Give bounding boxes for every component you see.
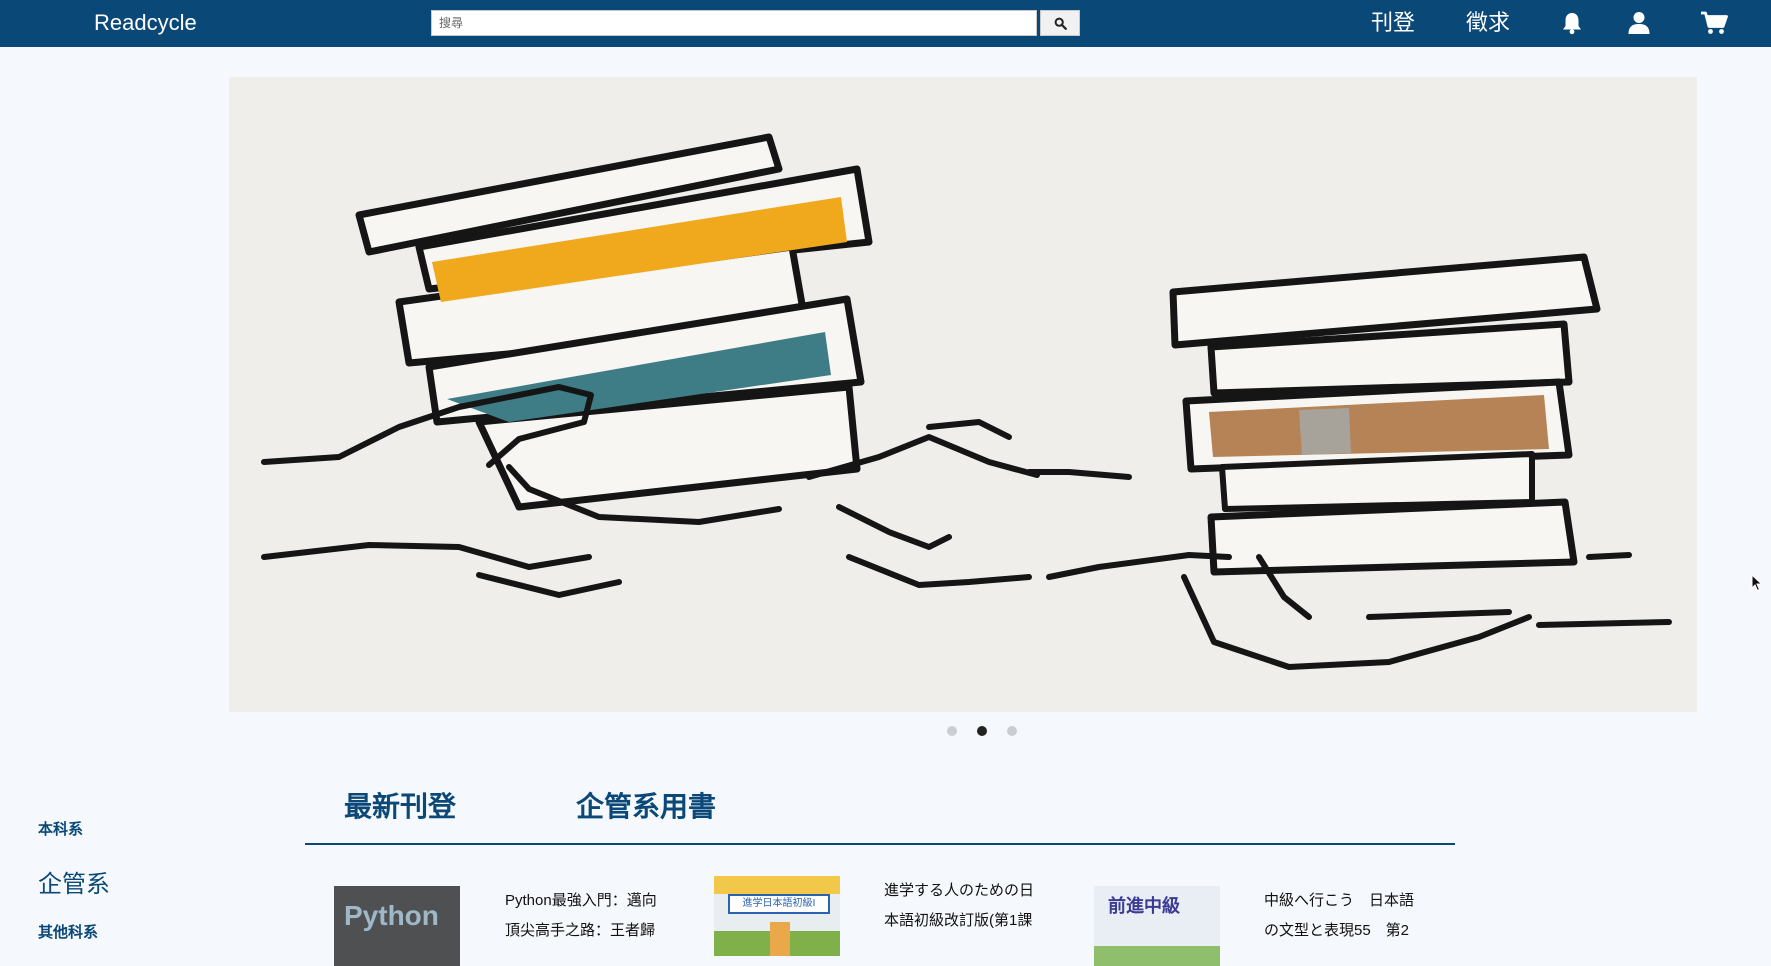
book-cover-1[interactable]: Python — [334, 886, 460, 966]
sidebar-item-other-departments[interactable]: 其他科系 — [38, 921, 98, 942]
post-listing-link[interactable]: 刊登 — [1371, 10, 1415, 36]
book-title-line: の文型と表現55 第2 — [1264, 922, 1410, 939]
book-title-1[interactable]: Python最強入門：邁向 頂尖高手之路：王者歸 — [505, 886, 685, 946]
book-cover-text: 前進中級 — [1108, 896, 1180, 916]
book-title-line: 本語初級改訂版(第1課 — [884, 912, 1033, 929]
mouse-pointer-icon — [1751, 574, 1763, 592]
hero-carousel-slide[interactable] — [229, 77, 1697, 712]
book-title-line: 中級へ行こう 日本語 — [1264, 892, 1415, 909]
bell-icon[interactable] — [1561, 11, 1583, 35]
book-title-line: 進学する人のための日 — [884, 882, 1035, 899]
user-icon[interactable] — [1628, 11, 1650, 35]
book-title-line: 頂尖高手之路：王者歸 — [505, 922, 656, 939]
sidebar-item-own-department[interactable]: 本科系 — [38, 818, 83, 839]
carousel-dot-2[interactable] — [977, 726, 987, 736]
cover-band — [714, 876, 840, 894]
search-input[interactable] — [431, 10, 1037, 36]
cover-figure — [770, 922, 790, 956]
book-title-3[interactable]: 中級へ行こう 日本語 の文型と表現55 第2 — [1264, 886, 1444, 946]
search-button[interactable] — [1040, 10, 1080, 36]
sidebar-item-business-admin[interactable]: 企管系 — [38, 864, 110, 899]
tab-latest-listings[interactable]: 最新刊登 — [344, 790, 456, 824]
cover-band — [1094, 946, 1220, 966]
brand-logo[interactable]: Readcycle — [94, 10, 197, 36]
book-cover-text: 進学日本語初級Ⅰ — [728, 894, 830, 914]
search-icon — [1054, 17, 1067, 30]
cart-icon[interactable] — [1700, 11, 1728, 35]
request-book-link[interactable]: 徵求 — [1466, 10, 1510, 36]
book-title-line: Python最強入門：邁向 — [505, 892, 657, 909]
tab-divider — [305, 843, 1455, 845]
top-navbar: Readcycle 刊登 徵求 — [0, 0, 1771, 47]
book-cover-text: Python — [344, 900, 439, 931]
book-exchange-illustration — [261, 133, 1672, 670]
tab-business-admin-books[interactable]: 企管系用書 — [576, 790, 716, 824]
carousel-dot-3[interactable] — [1007, 726, 1017, 736]
book-cover-2[interactable]: 進学日本語初級Ⅰ — [714, 876, 840, 956]
carousel-dot-1[interactable] — [947, 726, 957, 736]
book-cover-3[interactable]: 前進中級 — [1094, 886, 1220, 966]
book-title-2[interactable]: 進学する人のための日 本語初級改訂版(第1課 — [884, 876, 1064, 936]
